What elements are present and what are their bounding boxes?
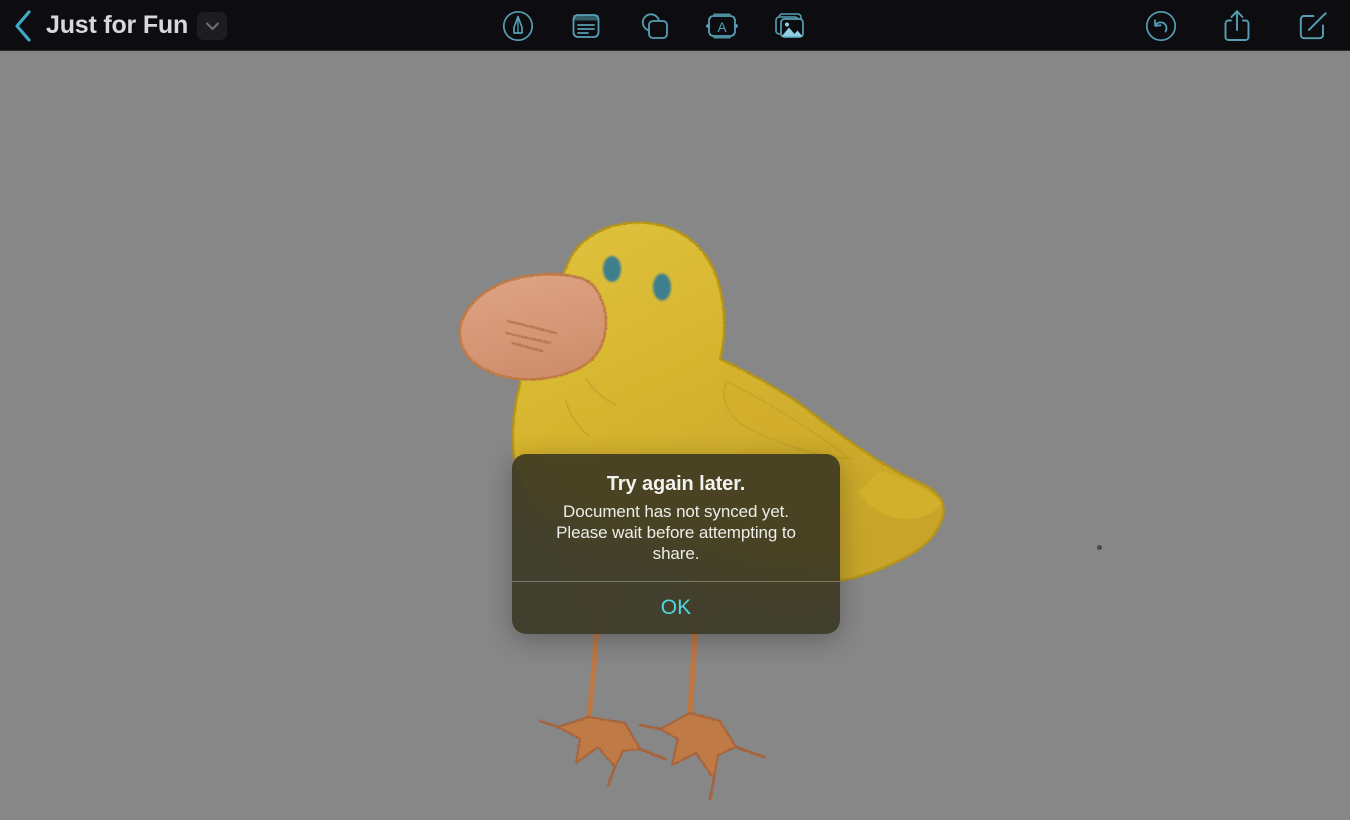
shapes-tool-button[interactable] [631,4,677,48]
compose-button[interactable] [1290,4,1336,48]
format-tool-button[interactable] [563,4,609,48]
artwork-layer [0,51,1350,820]
app-toolbar: Just for Fun A [0,0,1350,51]
sync-alert-dialog: Try again later. Document has not synced… [512,454,840,634]
document-options-button[interactable] [197,11,228,40]
undo-icon [1145,10,1177,41]
text-box-tool-button[interactable]: A [699,4,745,48]
undo-button[interactable] [1138,4,1184,48]
markup-tool-button[interactable] [495,4,541,48]
pages-document-window: Just for Fun A Try again later. Document… [0,0,1350,820]
markup-pen-icon [502,10,534,41]
back-chevron-icon [15,9,31,42]
stray-ink-dot [1097,545,1102,550]
duck-beak [458,272,608,381]
text-box-icon: A [706,13,738,38]
document-canvas[interactable]: Try again later. Document has not synced… [0,51,1350,820]
svg-text:A: A [717,20,726,35]
chevron-down-icon [205,21,219,30]
toolbar-center-group: A [495,0,813,51]
alert-message: Document has not synced yet. Please wait… [556,502,796,563]
alert-title: Try again later. [606,473,746,495]
alert-ok-button[interactable]: OK [512,582,840,634]
format-panel-icon [572,13,600,38]
alert-ok-label: OK [660,596,692,619]
media-photos-icon [775,12,804,38]
share-button[interactable] [1214,4,1260,48]
compose-icon [1299,11,1327,39]
share-icon [1224,9,1250,41]
back-button[interactable] [0,0,46,51]
alert-body: Try again later. Document has not synced… [512,454,840,581]
media-tool-button[interactable] [767,4,813,48]
toolbar-right-group [1138,0,1336,51]
shapes-icon [641,12,668,39]
document-title: Just for Fun [46,11,189,39]
toolbar-left-group: Just for Fun [0,0,228,51]
